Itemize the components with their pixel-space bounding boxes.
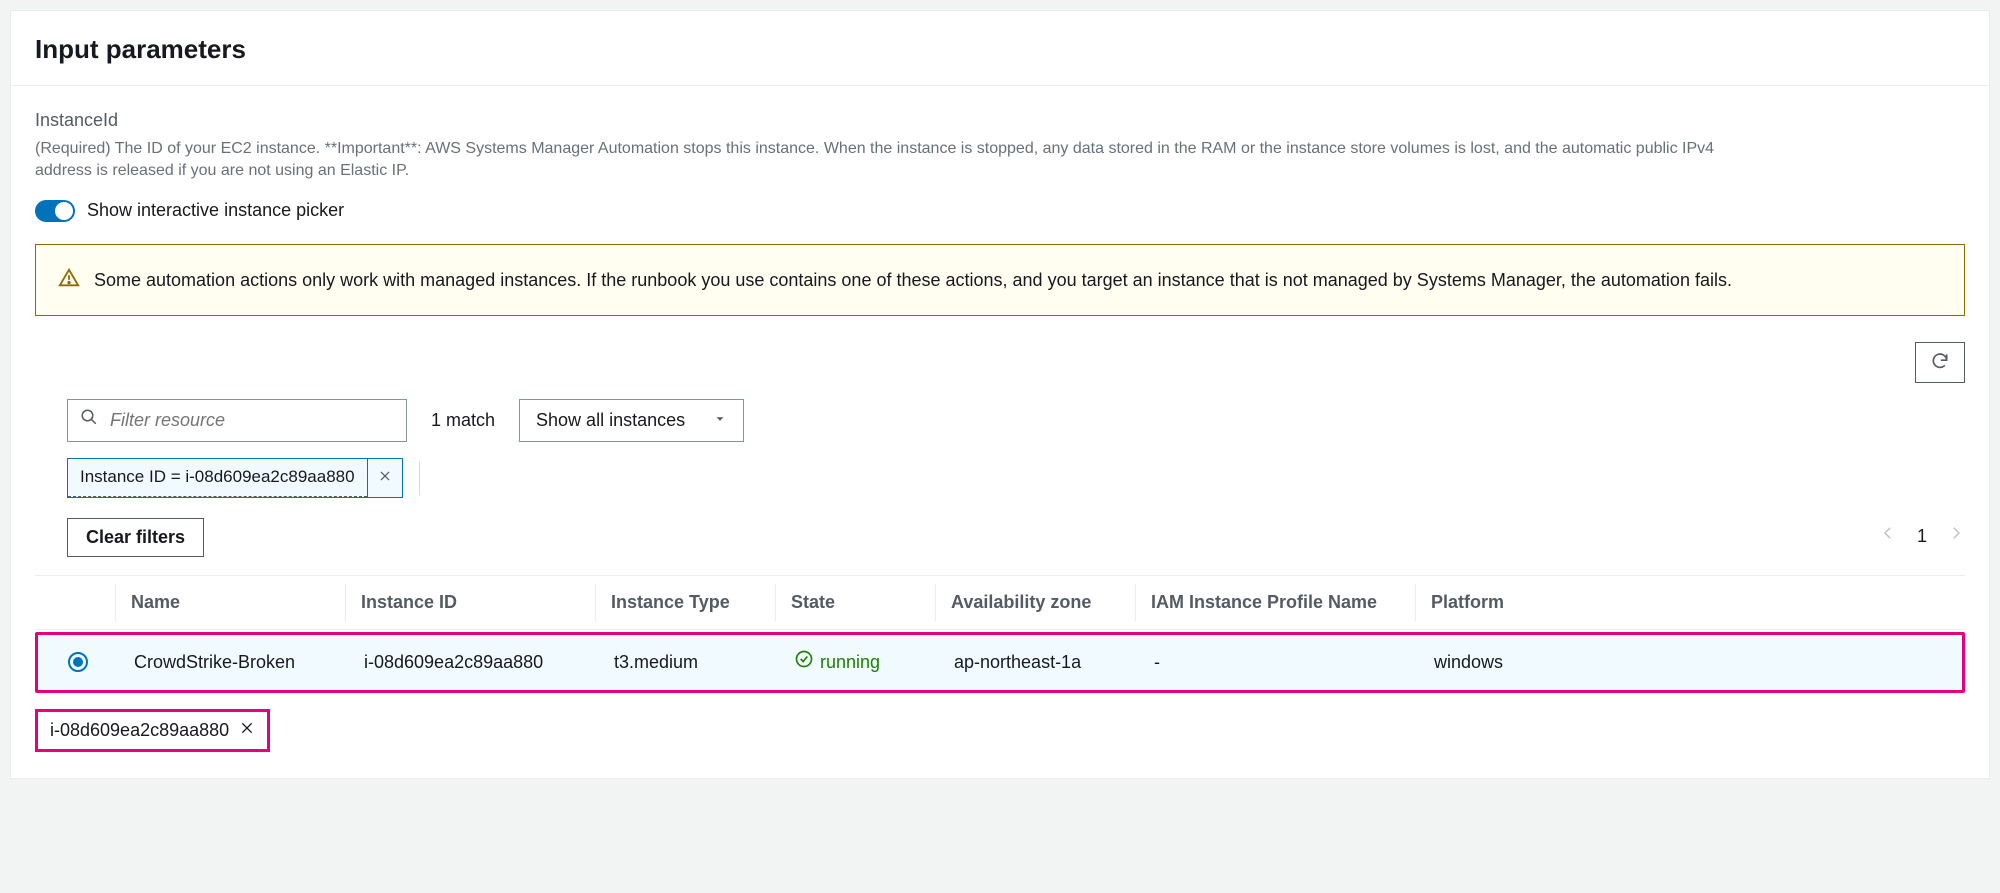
- instanceid-description: (Required) The ID of your EC2 instance. …: [35, 138, 1735, 183]
- warning-alert: Some automation actions only work with m…: [35, 244, 1965, 317]
- refresh-icon: [1930, 351, 1950, 374]
- warning-text: Some automation actions only work with m…: [94, 265, 1732, 296]
- th-iam[interactable]: IAM Instance Profile Name: [1135, 576, 1415, 629]
- cell-instance-id: i-08d609ea2c89aa880: [348, 636, 598, 689]
- chevron-left-icon: [1879, 526, 1897, 546]
- input-parameters-panel: Input parameters InstanceId (Required) T…: [10, 10, 1990, 779]
- clear-and-pager-row: Clear filters 1: [67, 518, 1965, 557]
- close-icon: [239, 720, 255, 740]
- toggle-label: Show interactive instance picker: [87, 198, 344, 223]
- th-instance-id[interactable]: Instance ID: [345, 576, 595, 629]
- pagination: 1: [1879, 524, 1965, 549]
- filter-input[interactable]: [108, 409, 394, 432]
- status-running-icon: [794, 649, 814, 676]
- search-icon: [80, 408, 98, 433]
- th-state[interactable]: State: [775, 576, 935, 629]
- warning-icon: [58, 267, 80, 289]
- th-instance-type[interactable]: Instance Type: [595, 576, 775, 629]
- toolbar-refresh-row: [35, 342, 1965, 383]
- pager-next[interactable]: [1947, 524, 1965, 549]
- filter-chip-row: Instance ID = i-08d609ea2c89aa880: [67, 458, 1965, 497]
- caret-down-icon: [713, 408, 727, 433]
- cell-name: CrowdStrike-Broken: [118, 636, 348, 689]
- cell-az: ap-northeast-1a: [938, 636, 1138, 689]
- state-text: running: [820, 650, 880, 675]
- pager-current-page: 1: [1917, 524, 1927, 549]
- row-radio-cell[interactable]: [38, 638, 118, 686]
- th-name[interactable]: Name: [115, 576, 345, 629]
- instance-visibility-dropdown[interactable]: Show all instances: [519, 399, 744, 442]
- filter-chip-instance-id: Instance ID = i-08d609ea2c89aa880: [67, 458, 403, 497]
- selected-token-remove[interactable]: [239, 718, 255, 743]
- cell-iam: -: [1138, 636, 1418, 689]
- filter-chip-remove[interactable]: [367, 459, 402, 496]
- filter-search-box[interactable]: [67, 399, 407, 442]
- th-select: [35, 588, 115, 616]
- cell-instance-type: t3.medium: [598, 636, 778, 689]
- cell-state: running: [778, 635, 938, 690]
- instance-picker-toggle[interactable]: [35, 200, 75, 222]
- refresh-button[interactable]: [1915, 342, 1965, 383]
- selected-instance-token: i-08d609ea2c89aa880: [35, 709, 270, 752]
- filter-chip-label: Instance ID = i-08d609ea2c89aa880: [68, 459, 367, 496]
- table-header-row: Name Instance ID Instance Type State Ava…: [35, 575, 1965, 630]
- dropdown-label: Show all instances: [536, 408, 685, 433]
- selected-token-label: i-08d609ea2c89aa880: [50, 718, 229, 743]
- instanceid-label: InstanceId: [35, 108, 1965, 133]
- cell-platform: windows: [1418, 636, 1558, 689]
- th-platform[interactable]: Platform: [1415, 576, 1555, 629]
- filter-toolbar: 1 match Show all instances: [67, 399, 1965, 442]
- radio-selected-icon: [68, 652, 88, 672]
- match-count: 1 match: [431, 408, 495, 433]
- panel-title: Input parameters: [35, 31, 1965, 67]
- chevron-right-icon: [1947, 526, 1965, 546]
- close-icon: [378, 465, 392, 490]
- instance-table: Name Instance ID Instance Type State Ava…: [35, 575, 1965, 693]
- clear-filters-button[interactable]: Clear filters: [67, 518, 204, 557]
- toggle-row: Show interactive instance picker: [35, 198, 1965, 223]
- panel-body: InstanceId (Required) The ID of your EC2…: [11, 86, 1989, 778]
- th-az[interactable]: Availability zone: [935, 576, 1135, 629]
- table-row[interactable]: CrowdStrike-Broken i-08d609ea2c89aa880 t…: [35, 632, 1965, 693]
- pager-prev[interactable]: [1879, 524, 1897, 549]
- vertical-divider: [419, 461, 420, 495]
- panel-header: Input parameters: [11, 11, 1989, 86]
